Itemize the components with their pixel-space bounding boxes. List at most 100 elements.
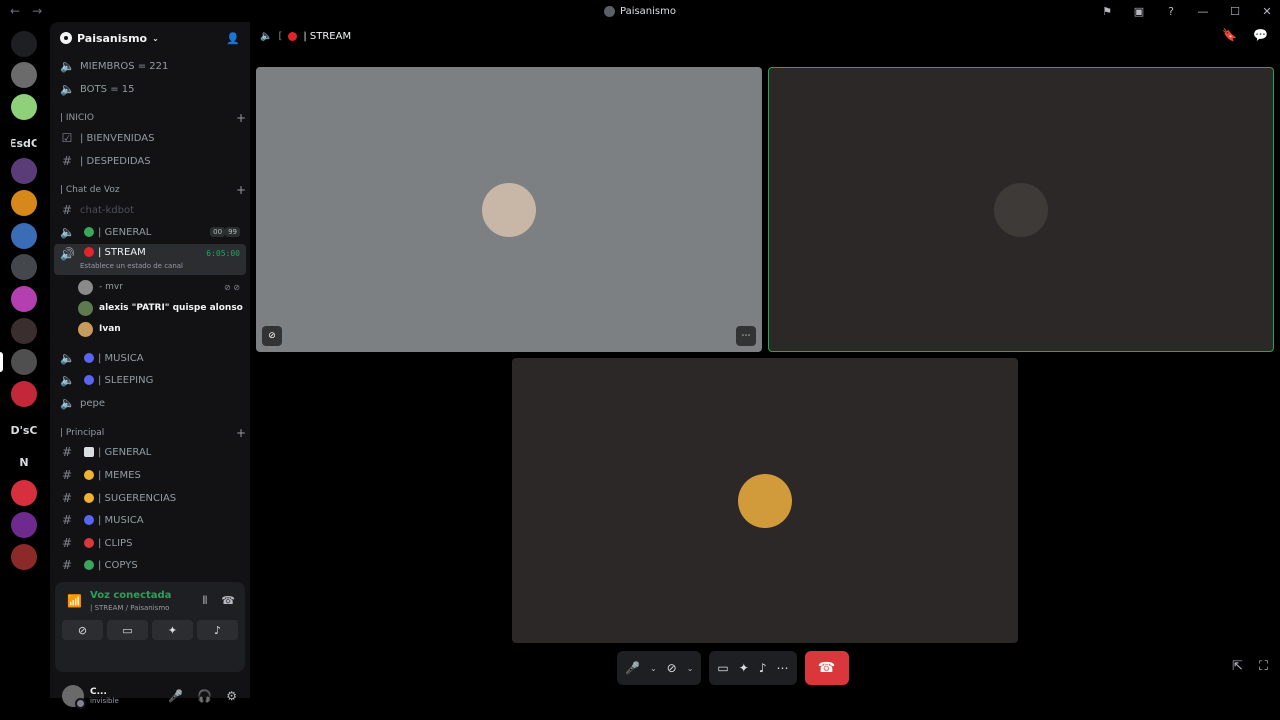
channel-label: | MUSICA	[98, 514, 144, 526]
activities-button[interactable]: ✦	[152, 620, 193, 640]
fullscreen-icon[interactable]: ⛶	[1259, 659, 1268, 674]
channel-sleeping[interactable]: 🔈 | SLEEPING	[54, 370, 246, 390]
cat-emoji-icon	[84, 470, 94, 480]
server-n[interactable]: N	[11, 449, 37, 475]
channel-sugerencias[interactable]: # | SUGERENCIAS	[54, 488, 246, 508]
server-8[interactable]	[11, 286, 37, 312]
channel-bots[interactable]: 🔈 BOTS = 15	[54, 79, 246, 99]
server-4[interactable]	[11, 158, 37, 184]
add-channel-icon[interactable]: +	[236, 426, 246, 440]
user-panel: C... invisible 🎤 🎧 ⚙	[55, 674, 245, 718]
channel-status-text[interactable]: Establece un estado de canal	[80, 262, 183, 270]
channel-memes[interactable]: # | MEMES	[54, 465, 246, 485]
minimize-icon[interactable]: —	[1196, 5, 1210, 18]
voice-user[interactable]: - mvr ⊘ ⊘	[78, 277, 244, 297]
signal-icon[interactable]: 📶	[67, 594, 82, 608]
chevron-down-icon[interactable]: ⌄	[650, 664, 657, 673]
muted-deafened-icon: ⊘ ⊘	[224, 282, 240, 292]
server-2[interactable]	[11, 94, 37, 120]
channel-members[interactable]: 🔈 MIEMBROS = 221	[54, 56, 246, 76]
add-channel-icon[interactable]: +	[236, 183, 246, 197]
channel-general-text[interactable]: # | GENERAL	[54, 442, 246, 462]
server-14[interactable]	[11, 480, 37, 506]
server-16[interactable]	[11, 544, 37, 570]
server-dsc[interactable]: D'sC	[11, 417, 37, 443]
help-icon[interactable]: ?	[1164, 5, 1178, 18]
popout-icon[interactable]: ⇱	[1232, 659, 1243, 674]
more-options-icon[interactable]: ⋯	[777, 661, 789, 675]
category-principal[interactable]: | Principal +	[60, 425, 246, 441]
server-11[interactable]	[11, 381, 37, 407]
channel-general-voice[interactable]: 🔈 | GENERAL 00 99	[54, 222, 246, 242]
add-channel-icon[interactable]: +	[236, 111, 246, 125]
voice-channel-path[interactable]: | STREAM / Paisanismo	[90, 604, 169, 612]
soundboard-icon[interactable]: ♪	[759, 661, 767, 675]
voice-user-name: Ivan	[99, 324, 121, 334]
channel-label: pepe	[80, 397, 105, 409]
window-title-text: Paisanismo	[619, 5, 676, 17]
channel-clips[interactable]: # | CLIPS	[54, 533, 246, 553]
channel-despedidas[interactable]: # | DESPEDIDAS	[54, 151, 246, 171]
channel-bienvenidas[interactable]: ☑ | BIENVENIDAS	[54, 128, 246, 148]
server-icon	[603, 5, 615, 17]
avatar[interactable]	[62, 685, 86, 709]
screen-share-button[interactable]: ▭	[107, 620, 148, 640]
server-header[interactable]: Paisanismo ⌄ 👤	[50, 22, 250, 54]
server-6[interactable]	[11, 223, 37, 249]
chat-bubble-icon[interactable]: 💬	[1253, 28, 1268, 42]
close-icon[interactable]: ✕	[1260, 5, 1274, 18]
channel-label: | STREAM	[98, 247, 146, 258]
screen-share-icon[interactable]: ▭	[717, 661, 728, 675]
server-9[interactable]	[11, 318, 37, 344]
flag-icon[interactable]: ⚑	[1100, 5, 1114, 18]
channel-copys[interactable]: # | COPYS	[54, 555, 246, 575]
channel-label: | SLEEPING	[98, 374, 154, 386]
username[interactable]: C...	[90, 687, 119, 697]
tile-user-3[interactable]	[512, 358, 1018, 643]
inbox-icon[interactable]: ▣	[1132, 5, 1146, 18]
add-member-icon[interactable]: 👤	[226, 32, 240, 45]
voice-status[interactable]: Voz conectada	[90, 590, 171, 601]
tile-user-2[interactable]	[768, 67, 1274, 352]
activities-icon[interactable]: ✦	[739, 661, 749, 675]
tile-user-1[interactable]: ⊘ ⋯	[256, 67, 762, 352]
soundboard-button[interactable]: ♪	[197, 620, 238, 640]
noise-suppression-icon[interactable]: ⦀	[202, 594, 207, 608]
server-15[interactable]	[11, 512, 37, 538]
titlebar: ← → Paisanismo ⚑ ▣ ? — ☐ ✕	[0, 0, 1280, 22]
channel-chat-kdbot[interactable]: # chat-kdbot	[54, 200, 246, 220]
hash-icon: #	[61, 468, 73, 482]
voice-user-name: - mvr	[99, 282, 123, 292]
disconnect-icon[interactable]: ☎	[221, 594, 235, 608]
server-paisanismo[interactable]	[11, 349, 37, 375]
headphones-icon[interactable]: 🎧	[197, 689, 212, 703]
server-5[interactable]	[11, 190, 37, 216]
camera-off-icon[interactable]: ⊘	[667, 661, 677, 675]
category-chat-de-voz[interactable]: | Chat de Voz +	[60, 182, 246, 198]
bookmark-icon[interactable]: 🔖	[1222, 28, 1237, 42]
server-esdc[interactable]: EsdC	[11, 130, 37, 156]
more-options-icon[interactable]: ⋯	[736, 326, 756, 346]
channel-label: BOTS = 15	[80, 83, 135, 95]
camera-off-button[interactable]: ⊘	[62, 620, 103, 640]
end-call-button[interactable]: ☎	[804, 651, 849, 685]
settings-gear-icon[interactable]: ⚙	[226, 689, 237, 703]
forward-arrow-icon[interactable]: →	[32, 4, 42, 18]
maximize-icon[interactable]: ☐	[1228, 5, 1242, 18]
chevron-down-icon[interactable]: ⌄	[687, 664, 694, 673]
voice-user[interactable]: alexis "PATRI" quispe alonso	[78, 298, 244, 318]
channel-pepe[interactable]: 🔈 pepe	[54, 393, 246, 413]
voice-user[interactable]: Ivan	[78, 319, 244, 339]
back-arrow-icon[interactable]: ←	[10, 4, 20, 18]
microphone-icon[interactable]: 🎤	[168, 689, 183, 703]
channel-musica-text[interactable]: # | MUSICA	[54, 510, 246, 530]
category-inicio[interactable]: | INICIO +	[60, 110, 246, 126]
hash-icon: #	[61, 536, 73, 550]
channel-musica-voice[interactable]: 🔈 | MUSICA	[54, 348, 246, 368]
discord-home[interactable]	[11, 31, 37, 57]
microphone-icon[interactable]: 🎤	[625, 661, 640, 675]
channel-stream[interactable]: 🔊 | STREAM 6:05:00 Establece un estado de…	[54, 244, 246, 275]
server-1[interactable]	[11, 62, 37, 88]
speaker-icon: 🔈	[60, 59, 75, 73]
server-7[interactable]	[11, 254, 37, 280]
